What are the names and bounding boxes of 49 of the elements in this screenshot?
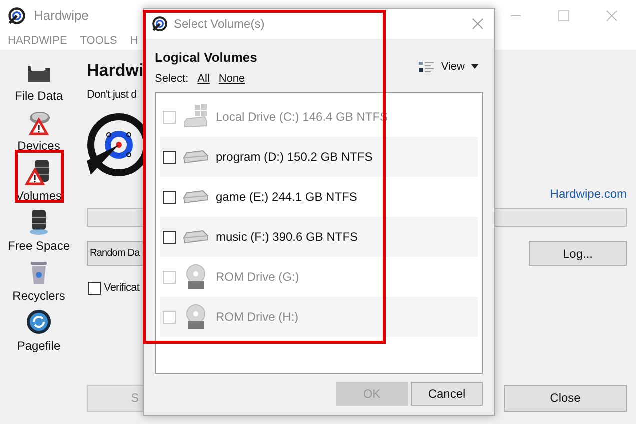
heading: Hardwi — [87, 60, 144, 82]
volume-row[interactable]: music (F:) 390.6 GB NTFS — [160, 217, 478, 257]
website-link[interactable]: Hardwipe.com — [550, 185, 627, 203]
drive-icon — [183, 104, 209, 130]
checkbox-label: Verificat — [104, 281, 140, 296]
sidebar-item[interactable]: Free Space — [4, 208, 74, 258]
sidebar-item[interactable]: Volumes — [4, 158, 74, 208]
drive-icon — [183, 229, 209, 245]
checkbox[interactable] — [88, 282, 101, 295]
rom-drive-icon — [185, 304, 207, 330]
select-none-link[interactable]: None — [218, 70, 246, 87]
dropdown-caret-icon — [471, 64, 479, 70]
drive-icon — [183, 189, 209, 205]
section-title: Logical Volumes — [155, 49, 258, 67]
sidebar-item[interactable]: File Data — [4, 58, 74, 108]
app-logo-icon — [152, 16, 168, 32]
sidebar-item[interactable]: Devices — [4, 108, 74, 158]
volume-label: ROM Drive (G:) — [216, 269, 300, 286]
volume-label: ROM Drive (H:) — [216, 309, 299, 326]
checkbox[interactable] — [163, 150, 176, 164]
view-icon — [419, 60, 436, 73]
checkbox[interactable] — [163, 230, 176, 244]
volume-label: music (F:) 390.6 GB NTFS — [216, 229, 358, 246]
volume-row[interactable]: game (E:) 244.1 GB NTFS — [160, 177, 478, 217]
sidebar-item[interactable]: Recyclers — [4, 258, 74, 308]
refresh-icon — [25, 308, 53, 336]
app-logo-icon — [8, 7, 26, 25]
dialog-title: Select Volume(s) — [174, 16, 265, 33]
menu-item[interactable]: TOOLS — [80, 32, 118, 50]
window-title: Hardwipe — [34, 7, 89, 26]
select-label: Select: — [155, 72, 189, 86]
select-all-link[interactable]: All — [198, 70, 210, 87]
rom-drive-icon — [185, 264, 207, 290]
view-button[interactable]: View — [419, 58, 479, 75]
menu-item[interactable]: H — [130, 32, 138, 50]
menu-item[interactable]: HARDWIPE — [8, 32, 68, 50]
volume-row[interactable]: program (D:) 150.2 GB NTFS — [160, 137, 478, 177]
close-icon[interactable] — [606, 10, 618, 22]
volume-label: program (D:) 150.2 GB NTFS — [216, 149, 373, 166]
close-button[interactable]: Close — [504, 384, 627, 412]
maximize-icon[interactable] — [558, 10, 570, 22]
log-button[interactable]: Log... — [529, 241, 627, 266]
sidebar-item[interactable]: Pagefile — [4, 308, 74, 358]
volume-label: game (E:) 244.1 GB NTFS — [216, 189, 358, 206]
cancel-button[interactable]: Cancel — [411, 382, 483, 406]
subtitle: Don't just d — [87, 88, 137, 102]
checkbox[interactable] — [163, 190, 176, 204]
close-icon[interactable] — [472, 18, 484, 30]
drive-icon — [183, 149, 209, 165]
